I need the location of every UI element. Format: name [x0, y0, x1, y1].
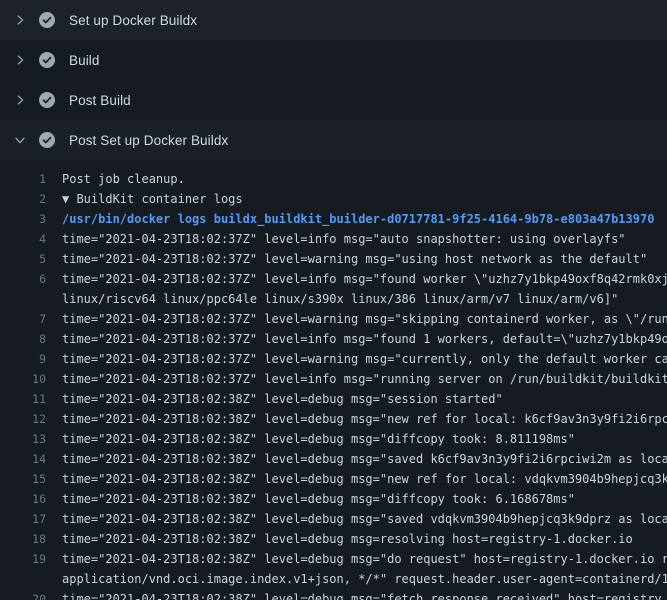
log-text: time="2021-04-23T18:02:38Z" level=debug …	[46, 449, 667, 469]
line-number: 14	[0, 449, 46, 469]
chevron-right-icon[interactable]	[12, 92, 28, 108]
line-number: 7	[0, 309, 46, 329]
line-number: 16	[0, 489, 46, 509]
log-group-toggle[interactable]: ▼ BuildKit container logs	[46, 189, 667, 209]
check-circle-icon	[39, 132, 55, 148]
log-line: 11time="2021-04-23T18:02:38Z" level=debu…	[0, 389, 667, 409]
log-output: 1Post job cleanup.2▼ BuildKit container …	[0, 160, 667, 600]
log-line: linux/riscv64 linux/ppc64le linux/s390x …	[0, 289, 667, 309]
log-text: time="2021-04-23T18:02:37Z" level=info m…	[46, 229, 667, 249]
log-line: 16time="2021-04-23T18:02:38Z" level=debu…	[0, 489, 667, 509]
chevron-right-icon[interactable]	[12, 52, 28, 68]
line-number: 4	[0, 229, 46, 249]
check-circle-icon	[39, 52, 55, 68]
line-number: 1	[0, 169, 46, 189]
log-text: time="2021-04-23T18:02:38Z" level=debug …	[46, 509, 667, 529]
log-line: application/vnd.oci.image.index.v1+json,…	[0, 569, 667, 589]
chevron-down-icon[interactable]	[12, 132, 28, 148]
line-number: 15	[0, 469, 46, 489]
step-label: Post Build	[69, 93, 131, 108]
log-text: time="2021-04-23T18:02:38Z" level=debug …	[46, 389, 667, 409]
step-row-build[interactable]: Build	[0, 40, 667, 80]
log-line: 20time="2021-04-23T18:02:38Z" level=debu…	[0, 589, 667, 600]
log-text: time="2021-04-23T18:02:38Z" level=debug …	[46, 549, 667, 569]
line-number: 17	[0, 509, 46, 529]
line-number: 9	[0, 349, 46, 369]
line-number: 20	[0, 589, 46, 600]
step-row-set-up-docker-buildx[interactable]: Set up Docker Buildx	[0, 0, 667, 40]
line-number: 10	[0, 369, 46, 389]
log-text: application/vnd.oci.image.index.v1+json,…	[46, 569, 667, 589]
log-text: time="2021-04-23T18:02:37Z" level=warnin…	[46, 309, 667, 329]
log-text: /usr/bin/docker logs buildx_buildkit_bui…	[46, 209, 667, 229]
log-line-command: 3/usr/bin/docker logs buildx_buildkit_bu…	[0, 209, 667, 229]
line-number: 3	[0, 209, 46, 229]
log-line: 6time="2021-04-23T18:02:37Z" level=info …	[0, 269, 667, 289]
log-text: time="2021-04-23T18:02:38Z" level=debug …	[46, 429, 667, 449]
log-text: time="2021-04-23T18:02:37Z" level=info m…	[46, 329, 667, 349]
log-text: time="2021-04-23T18:02:38Z" level=debug …	[46, 409, 667, 429]
log-text: time="2021-04-23T18:02:37Z" level=warnin…	[46, 249, 667, 269]
log-line: 10time="2021-04-23T18:02:37Z" level=info…	[0, 369, 667, 389]
step-label: Build	[69, 53, 100, 68]
log-line: 13time="2021-04-23T18:02:38Z" level=debu…	[0, 429, 667, 449]
log-text: time="2021-04-23T18:02:37Z" level=warnin…	[46, 349, 667, 369]
log-line: 8time="2021-04-23T18:02:37Z" level=info …	[0, 329, 667, 349]
line-number: 11	[0, 389, 46, 409]
log-text: linux/riscv64 linux/ppc64le linux/s390x …	[46, 289, 667, 309]
log-line: 4time="2021-04-23T18:02:37Z" level=info …	[0, 229, 667, 249]
line-number: 12	[0, 409, 46, 429]
log-line: 17time="2021-04-23T18:02:38Z" level=debu…	[0, 509, 667, 529]
log-line: 19time="2021-04-23T18:02:38Z" level=debu…	[0, 549, 667, 569]
step-label: Post Set up Docker Buildx	[69, 133, 228, 148]
line-number	[0, 569, 46, 589]
log-line: 12time="2021-04-23T18:02:38Z" level=debu…	[0, 409, 667, 429]
line-number	[0, 289, 46, 309]
line-number: 19	[0, 549, 46, 569]
log-line: 9time="2021-04-23T18:02:37Z" level=warni…	[0, 349, 667, 369]
log-line: 5time="2021-04-23T18:02:37Z" level=warni…	[0, 249, 667, 269]
step-label: Set up Docker Buildx	[69, 13, 197, 28]
line-number: 5	[0, 249, 46, 269]
log-line: 2▼ BuildKit container logs	[0, 189, 667, 209]
check-circle-icon	[39, 92, 55, 108]
check-circle-icon	[39, 12, 55, 28]
log-line: 7time="2021-04-23T18:02:37Z" level=warni…	[0, 309, 667, 329]
log-line: 18time="2021-04-23T18:02:38Z" level=debu…	[0, 529, 667, 549]
log-line: 14time="2021-04-23T18:02:38Z" level=debu…	[0, 449, 667, 469]
steps-list: Set up Docker Buildx Build Post Build Post …	[0, 0, 667, 160]
log-text: time="2021-04-23T18:02:38Z" level=debug …	[46, 529, 667, 549]
line-number: 18	[0, 529, 46, 549]
log-text: time="2021-04-23T18:02:37Z" level=info m…	[46, 369, 667, 389]
line-number: 2	[0, 189, 46, 209]
line-number: 8	[0, 329, 46, 349]
log-line: 1Post job cleanup.	[0, 169, 667, 189]
log-text: Post job cleanup.	[46, 169, 667, 189]
log-line: 15time="2021-04-23T18:02:38Z" level=debu…	[0, 469, 667, 489]
chevron-right-icon[interactable]	[12, 12, 28, 28]
log-text: time="2021-04-23T18:02:38Z" level=debug …	[46, 489, 667, 509]
line-number: 6	[0, 269, 46, 289]
actions-log-viewer: Set up Docker Buildx Build Post Build Post …	[0, 0, 667, 600]
line-number: 13	[0, 429, 46, 449]
log-text: time="2021-04-23T18:02:38Z" level=debug …	[46, 469, 667, 489]
log-text: time="2021-04-23T18:02:38Z" level=debug …	[46, 589, 667, 600]
step-row-post-build[interactable]: Post Build	[0, 80, 667, 120]
log-text: time="2021-04-23T18:02:37Z" level=info m…	[46, 269, 667, 289]
step-row-post-set-up-docker-buildx[interactable]: Post Set up Docker Buildx	[0, 120, 667, 160]
